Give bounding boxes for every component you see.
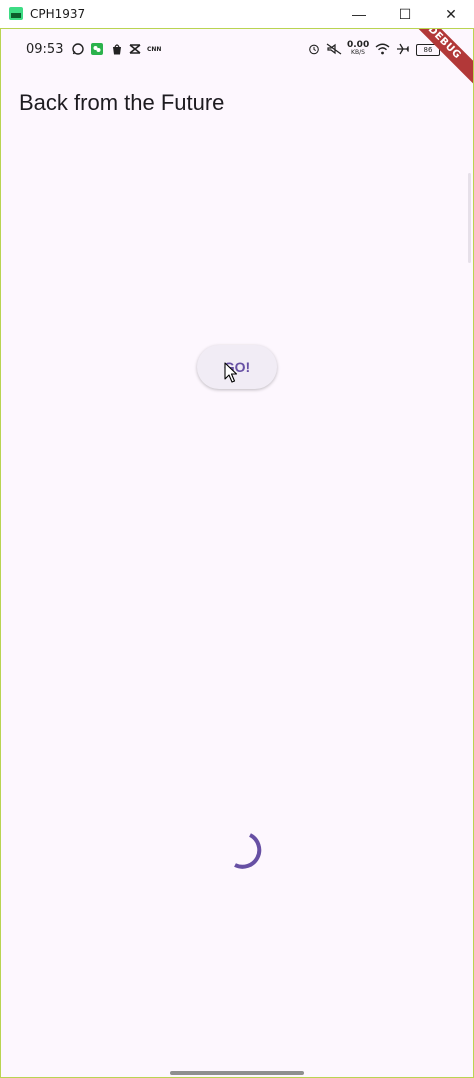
window-titlebar: CPH1937 — ☐ ✕ xyxy=(0,0,474,28)
mouse-cursor-icon xyxy=(224,362,238,383)
scrollbar[interactable] xyxy=(468,173,471,263)
debug-banner: DEBUG xyxy=(392,29,473,95)
window-title: CPH1937 xyxy=(30,7,86,21)
mute-icon xyxy=(326,43,342,55)
status-time: 09:53 xyxy=(26,42,64,57)
net-speed-value: 0.00 xyxy=(347,40,370,50)
alarm-icon xyxy=(309,44,319,55)
device-screen: 09:53 CNN 0.00 KB/S 86 DEBUG Back from t… xyxy=(0,28,474,1078)
status-bar: 09:53 CNN 0.00 KB/S 86 DEBUG xyxy=(1,29,473,95)
gesture-nav-handle[interactable] xyxy=(170,1071,304,1075)
wifi-icon xyxy=(375,43,390,55)
maximize-button[interactable]: ☐ xyxy=(382,0,428,28)
whatsapp-icon xyxy=(72,43,84,55)
shopee-icon xyxy=(113,44,121,55)
close-button[interactable]: ✕ xyxy=(428,0,474,28)
cnn-icon: CNN xyxy=(147,46,161,53)
net-speed: 0.00 KB/S xyxy=(347,41,369,57)
app-icon xyxy=(9,7,23,20)
minimize-button[interactable]: — xyxy=(336,0,382,28)
airplane-icon xyxy=(397,43,410,55)
net-speed-unit: KB/S xyxy=(351,49,365,56)
loading-spinner xyxy=(234,833,262,869)
capcut-icon xyxy=(129,44,141,54)
page-title: Back from the Future xyxy=(19,90,225,115)
wechat-icon xyxy=(91,43,103,55)
svg-text:CNN: CNN xyxy=(147,46,161,53)
